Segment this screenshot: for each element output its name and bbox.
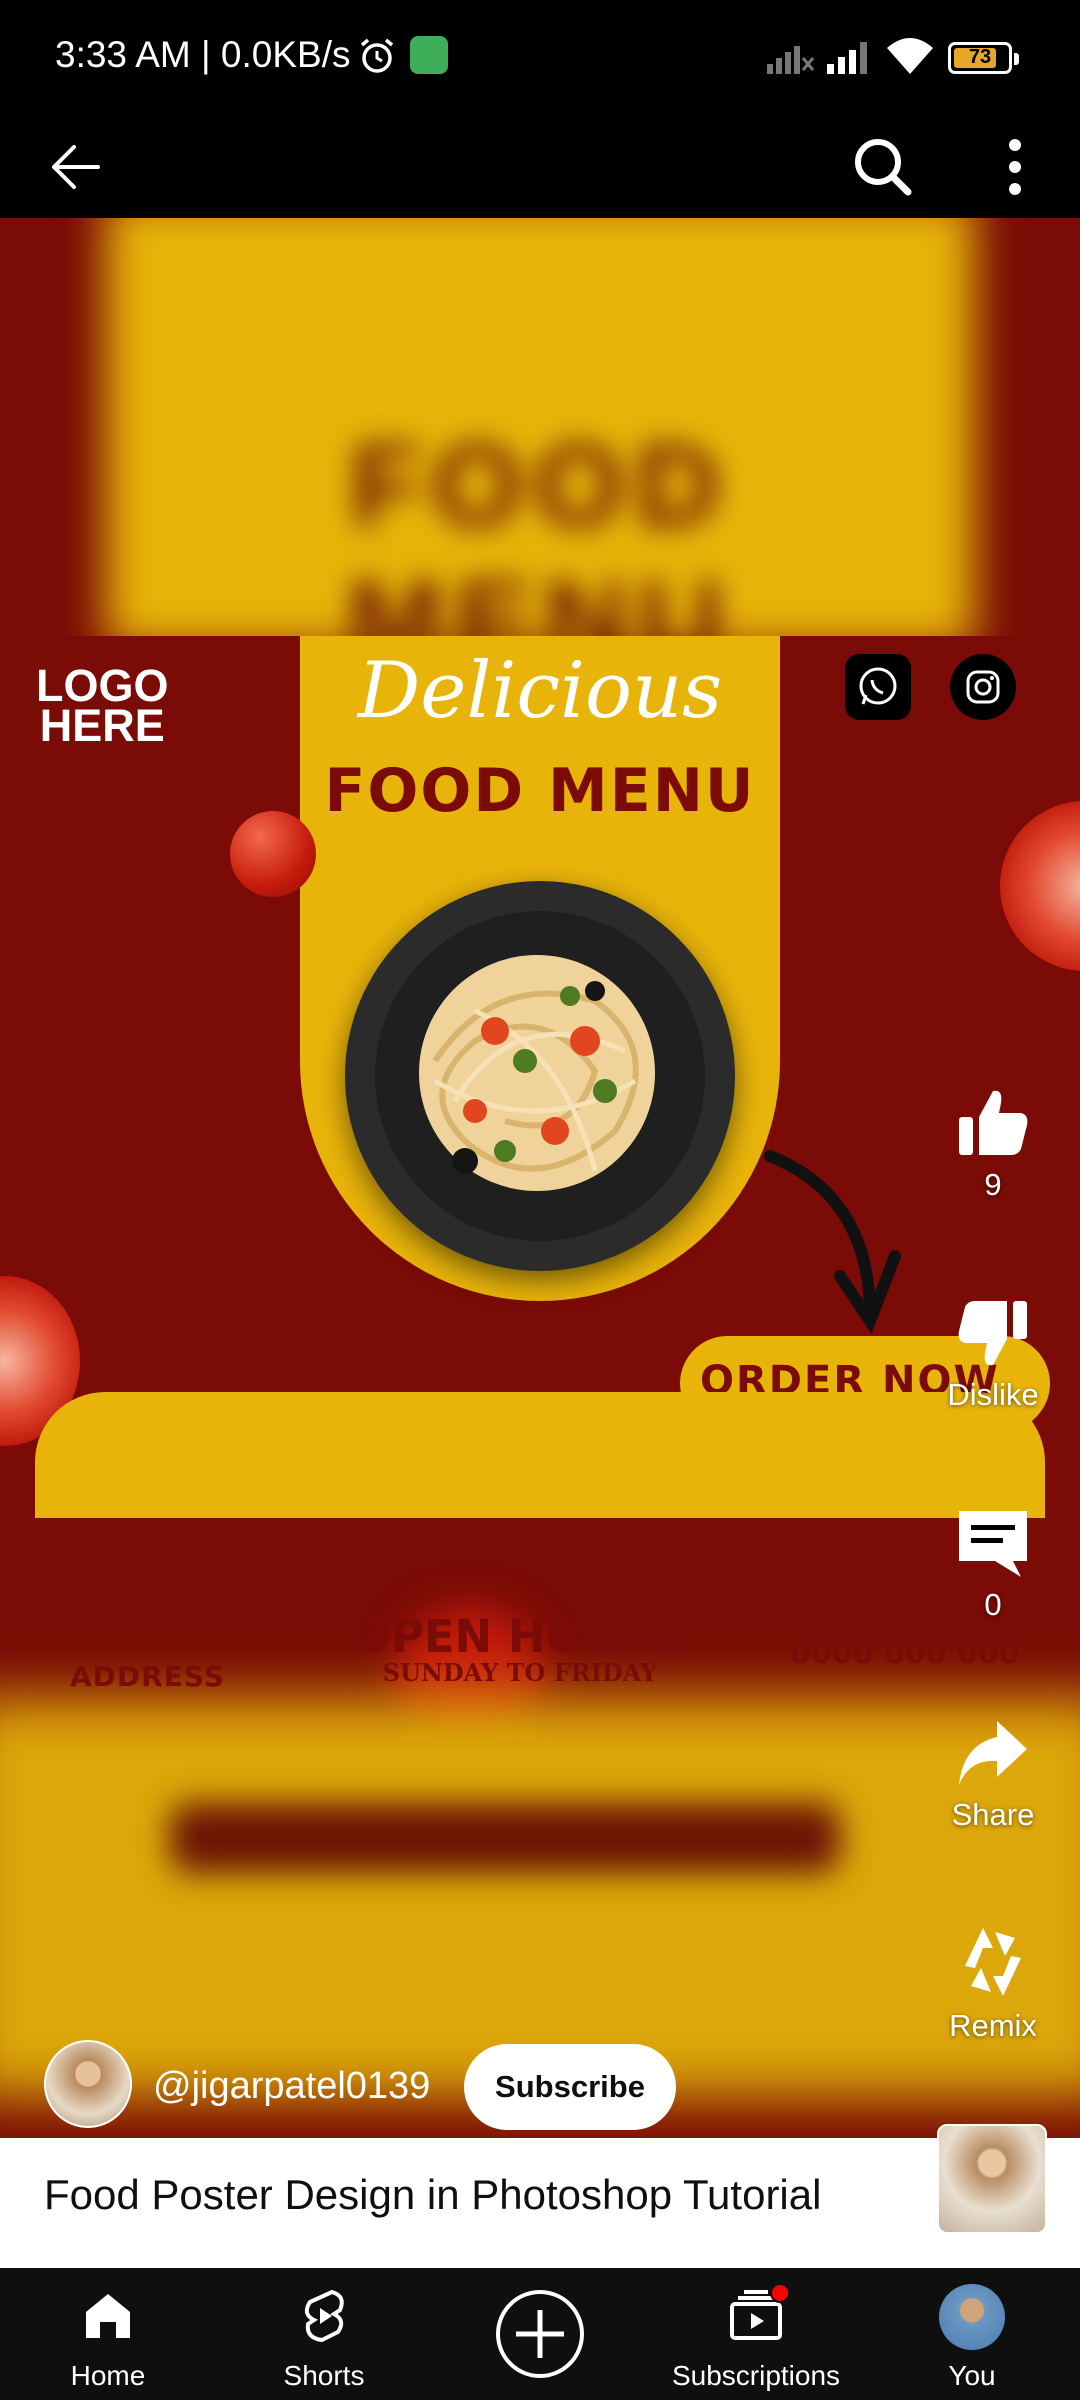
poster-menu-title: FOOD MENU bbox=[324, 756, 756, 826]
instagram-icon bbox=[950, 654, 1016, 720]
nav-home-label: Home bbox=[70, 2360, 146, 2391]
like-count: 9 bbox=[984, 1167, 1002, 1202]
spaghetti-plate-image bbox=[345, 881, 735, 1271]
channel-avatar[interactable] bbox=[44, 2040, 132, 2128]
open-hours-band bbox=[35, 1392, 1045, 1520]
dislike-label: Dislike bbox=[947, 1377, 1039, 1412]
signal-sim2-icon bbox=[827, 42, 867, 74]
open-hours-label: OPEN HOURS bbox=[352, 1610, 688, 1663]
notification-dot bbox=[770, 2283, 790, 2303]
open-hours-subtitle: SUNDAY TO FRIDAY bbox=[382, 1658, 658, 1687]
home-icon bbox=[86, 2294, 130, 2338]
comment-count: 0 bbox=[984, 1587, 1002, 1622]
nav-subscriptions[interactable]: Subscriptions bbox=[648, 2268, 864, 2400]
nav-subscriptions-label: Subscriptions bbox=[671, 2360, 841, 2391]
remix-label: Remix bbox=[949, 2008, 1037, 2043]
subscribe-button[interactable]: Subscribe bbox=[464, 2044, 676, 2130]
battery-level: 73 bbox=[968, 46, 992, 68]
nav-home[interactable]: Home bbox=[0, 2268, 216, 2400]
alarm-icon bbox=[360, 38, 394, 73]
battery-tip bbox=[1014, 53, 1019, 65]
curved-arrow-graphic bbox=[764, 1150, 901, 1334]
nav-shorts-label: Shorts bbox=[283, 2360, 365, 2391]
short-video-player[interactable]: FOOD MENU LOGO HERE Delicious FOOD MENU bbox=[0, 218, 1080, 2138]
wifi-icon bbox=[887, 38, 933, 74]
like-button[interactable]: 9 bbox=[938, 1085, 1048, 1203]
status-bar: 3:33 AM | 0.0KB/s 73 bbox=[0, 0, 1080, 112]
blur-yellow-panel bbox=[0, 1698, 1080, 2098]
back-arrow-icon[interactable] bbox=[40, 132, 110, 202]
create-plus-icon bbox=[496, 2290, 584, 2378]
remix-icon bbox=[965, 1928, 1021, 1996]
app-notification-icon bbox=[410, 36, 448, 74]
battery-indicator: 73 bbox=[948, 42, 1019, 74]
channel-handle[interactable]: @jigarpatel0139 bbox=[153, 2065, 430, 2108]
related-video-thumbnail[interactable] bbox=[937, 2124, 1047, 2234]
share-icon bbox=[959, 1721, 1027, 1785]
dislike-button[interactable]: Dislike bbox=[938, 1295, 1048, 1413]
address-label: ADDRESS bbox=[70, 1660, 225, 1693]
logo-placeholder: LOGO HERE bbox=[36, 663, 169, 751]
blurred-menu-text: FOOD MENU bbox=[346, 420, 734, 636]
top-bar bbox=[0, 112, 1080, 218]
nav-you-label: You bbox=[948, 2360, 996, 2391]
video-title[interactable]: Food Poster Design in Photoshop Tutorial bbox=[44, 2171, 821, 2219]
blurred-poster-top: FOOD MENU bbox=[0, 218, 1080, 636]
shorts-icon bbox=[304, 2289, 344, 2343]
thumbs-down-icon bbox=[958, 1301, 1027, 1366]
share-label: Share bbox=[951, 1797, 1035, 1832]
tomato-slice-image bbox=[1000, 801, 1080, 971]
share-button[interactable]: Share bbox=[938, 1715, 1048, 1833]
comments-button[interactable]: 0 bbox=[938, 1505, 1048, 1623]
comment-icon bbox=[959, 1511, 1027, 1577]
phone-number: 0000 000 000 bbox=[790, 1636, 1020, 1671]
logo-line2: HERE bbox=[39, 700, 165, 751]
more-options-icon[interactable] bbox=[980, 132, 1050, 202]
tomato-image bbox=[230, 811, 316, 897]
nav-shorts[interactable]: Shorts bbox=[216, 2268, 432, 2400]
poster-script-title: Delicious bbox=[357, 646, 723, 736]
search-icon[interactable] bbox=[848, 132, 918, 202]
thumbs-up-icon bbox=[959, 1090, 1028, 1155]
nav-create[interactable] bbox=[432, 2268, 648, 2400]
avatar[interactable] bbox=[939, 2284, 1005, 2350]
status-time: 3:33 AM | 0.0KB/s bbox=[55, 34, 351, 75]
remix-button[interactable]: Remix bbox=[938, 1922, 1048, 2044]
signal-sim1-icon bbox=[767, 46, 815, 74]
blur-dark-text bbox=[170, 1803, 840, 1873]
whatsapp-icon bbox=[845, 654, 911, 720]
